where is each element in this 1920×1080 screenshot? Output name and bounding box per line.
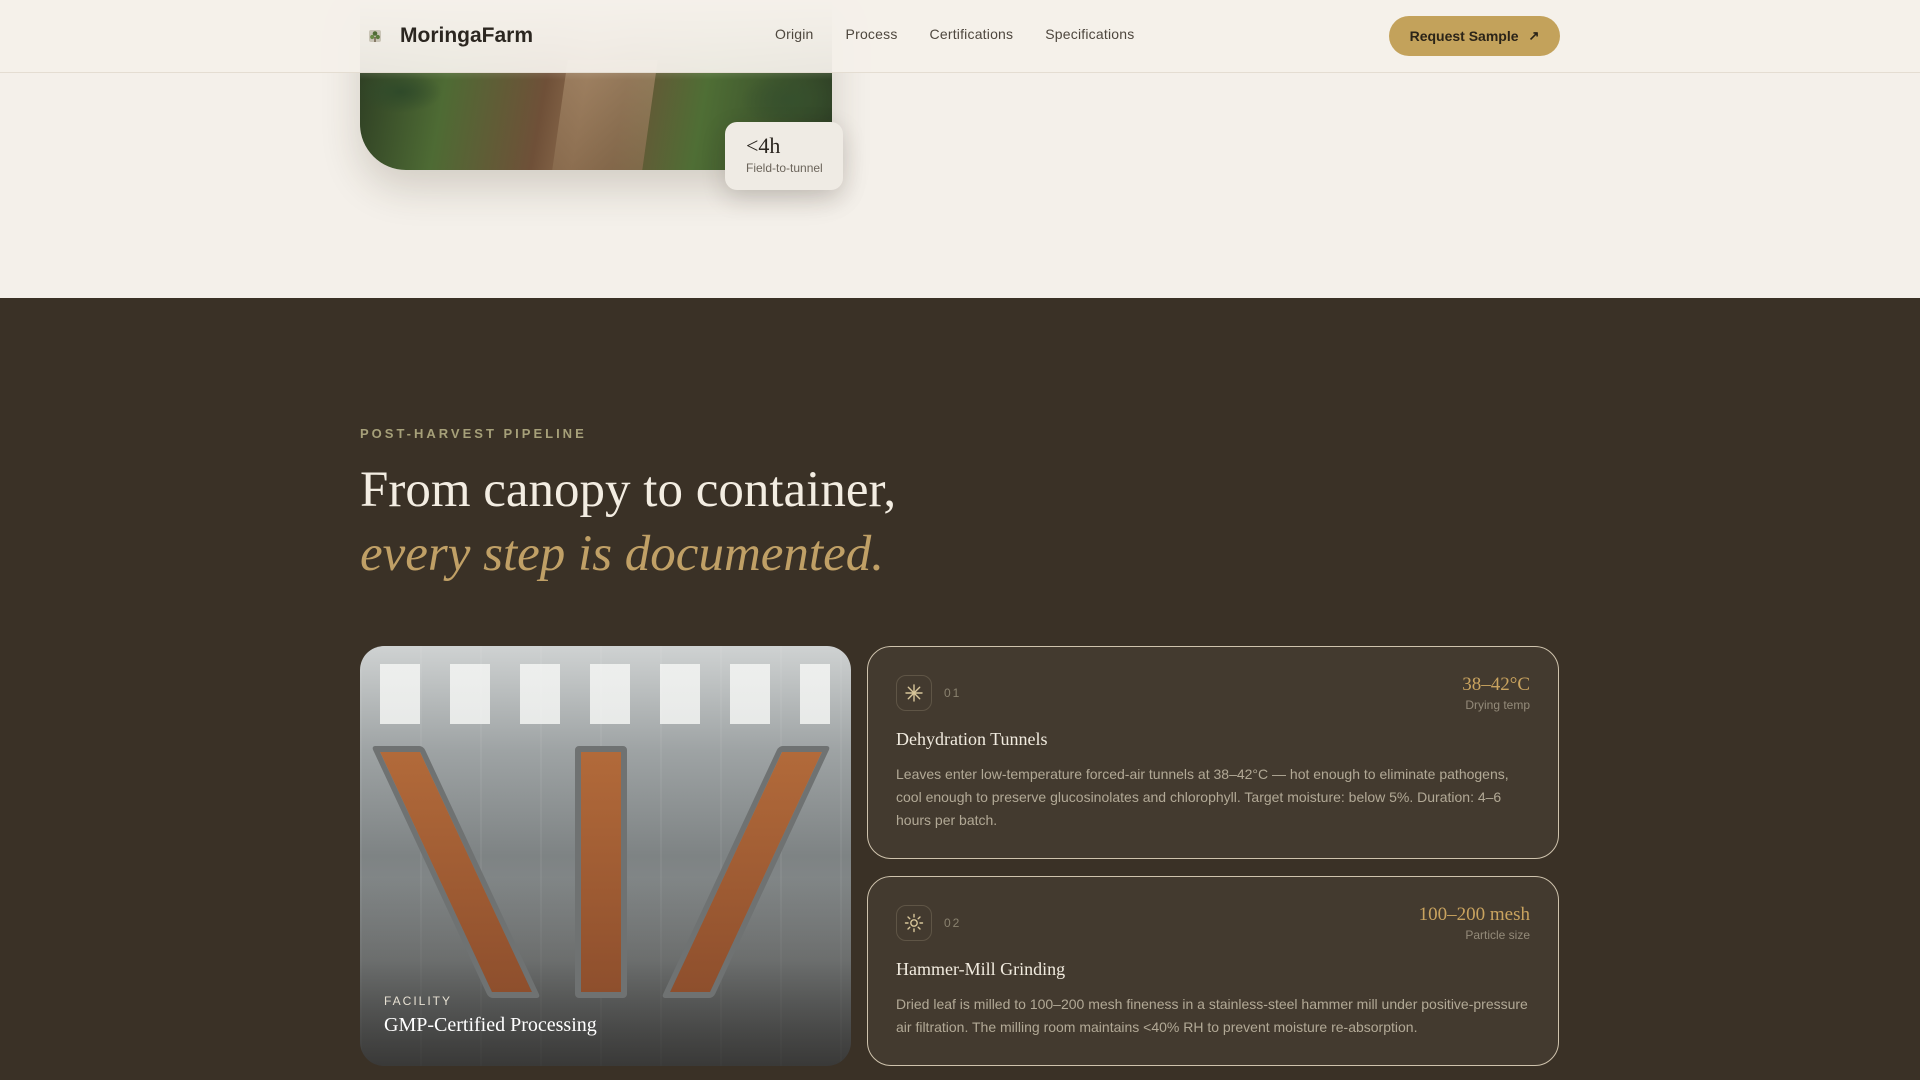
step-metric: 100–200 mesh Particle size	[1419, 904, 1530, 942]
snowflake-icon	[905, 684, 923, 702]
processing-line	[575, 746, 627, 998]
stat-label: Field-to-tunnel	[746, 161, 823, 175]
step-description: Leaves enter low-temperature forced-air …	[896, 766, 1509, 828]
brand-name: MoringaFarm	[400, 24, 534, 47]
nav-link-specifications[interactable]: Specifications	[1045, 26, 1134, 42]
facility-image-card: FACILITY GMP-Certified Processing	[360, 646, 851, 1066]
leaf-logo-icon	[369, 30, 381, 42]
processing-line	[661, 746, 831, 998]
processing-line	[371, 746, 541, 998]
nav-links: Origin Process Certifications Specificat…	[775, 26, 1134, 42]
step-title: Dehydration Tunnels	[896, 729, 1048, 749]
step-metric: 38–42°C Drying temp	[1462, 674, 1530, 712]
step-number: 01	[944, 686, 962, 700]
step-card-dehydration: 01 38–42°C Drying temp Dehydration Tunne…	[867, 646, 1559, 859]
sun-icon	[904, 913, 924, 933]
headline-line-2: every step is documented.	[360, 526, 884, 582]
step-icon-box	[896, 675, 932, 711]
section-headline: From canopy to container, every step is …	[360, 458, 896, 586]
metric-label: Drying temp	[1465, 698, 1530, 712]
section-eyebrow: POST-HARVEST PIPELINE	[360, 426, 587, 441]
navbar: MoringaFarm Origin Process Certification…	[0, 0, 1920, 73]
facility-title: GMP-Certified Processing	[384, 1014, 597, 1036]
nav-link-certifications[interactable]: Certifications	[930, 26, 1014, 42]
stat-card: <4h Field-to-tunnel	[725, 122, 843, 190]
request-sample-button[interactable]: Request Sample ↗	[1389, 16, 1560, 56]
metric-label: Particle size	[1465, 928, 1530, 942]
step-icon-box	[896, 905, 932, 941]
metric-value: 38–42°C	[1462, 674, 1530, 695]
ceiling-lights	[380, 664, 830, 724]
facility-eyebrow: FACILITY	[384, 994, 453, 1008]
step-card-grinding: 02 100–200 mesh Particle size Hammer-Mil…	[867, 876, 1559, 1066]
nav-link-origin[interactable]: Origin	[775, 26, 814, 42]
brand-logo-link[interactable]: MoringaFarm	[366, 22, 533, 50]
arrow-up-right-icon: ↗	[1528, 28, 1540, 43]
metric-value: 100–200 mesh	[1418, 904, 1530, 925]
step-number: 02	[944, 916, 962, 930]
stat-value: <4h	[746, 133, 781, 158]
headline-line-1: From canopy to container,	[360, 462, 897, 518]
pipeline-section: POST-HARVEST PIPELINE From canopy to con…	[0, 298, 1920, 1080]
step-description: Dried leaf is milled to 100–200 mesh fin…	[896, 996, 1528, 1035]
request-sample-label: Request Sample	[1409, 28, 1519, 44]
step-title: Hammer-Mill Grinding	[896, 959, 1066, 979]
nav-link-process[interactable]: Process	[846, 26, 898, 42]
